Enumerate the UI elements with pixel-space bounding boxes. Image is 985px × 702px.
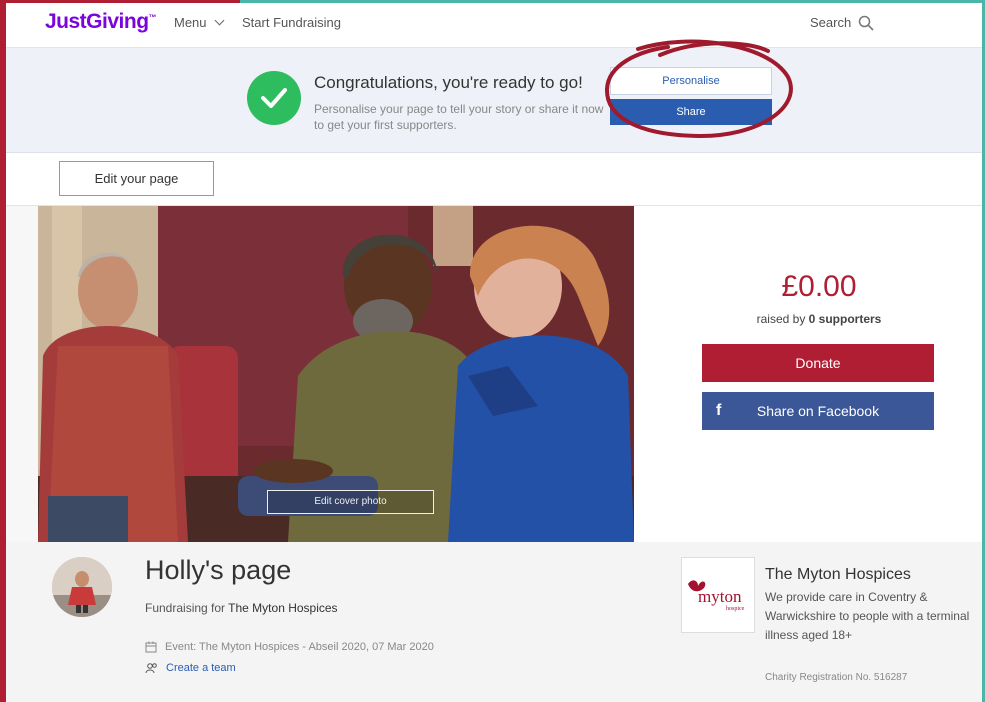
trademark-mark: ™: [148, 13, 157, 22]
myton-logo-image: myton hospice: [688, 580, 745, 612]
fundraising-for-text: Fundraising for The Myton Hospices: [145, 601, 338, 615]
charity-description: We provide care in Coventry & Warwickshi…: [765, 590, 970, 642]
raised-by-prefix: raised by: [756, 312, 806, 326]
team-icon: [145, 663, 157, 674]
search-icon[interactable]: [858, 15, 874, 31]
facebook-button-label: Share on Facebook: [756, 403, 880, 419]
event-text: Event: The Myton Hospices - Abseil 2020,…: [165, 641, 434, 653]
congratulations-banner: Congratulations, you're ready to go! Per…: [6, 48, 982, 153]
page: JustGiving™ Menu Start Fundraising Searc…: [6, 3, 982, 702]
charity-link[interactable]: The Myton Hospices: [228, 601, 337, 615]
banner-subtitle-line1: Personalise your page to tell your story…: [314, 102, 604, 116]
site-header: JustGiving™ Menu Start Fundraising Searc…: [6, 3, 982, 48]
calendar-icon: [145, 641, 157, 653]
cover-photo: Edit cover photo: [38, 206, 634, 542]
facebook-icon: f: [716, 402, 722, 419]
page-info-section: Holly's page Fundraising for The Myton H…: [6, 542, 982, 702]
avatar-image: [52, 557, 112, 617]
start-fundraising-link[interactable]: Start Fundraising: [242, 15, 341, 30]
menu-button[interactable]: Menu: [174, 15, 225, 30]
raised-by-text: raised by 0 supporters: [634, 312, 982, 326]
banner-title: Congratulations, you're ready to go!: [314, 73, 583, 92]
charity-logo-subtext: hospice: [726, 606, 745, 612]
charity-logo[interactable]: myton hospice: [681, 557, 755, 633]
create-team-link[interactable]: Create a team: [145, 662, 236, 674]
share-on-facebook-button[interactable]: Share on Facebook f: [702, 392, 934, 430]
charity-name: The Myton Hospices: [765, 566, 911, 583]
fundraising-for-prefix: Fundraising for: [145, 601, 226, 615]
supporters-count: 0 supporters: [808, 312, 882, 326]
create-team-label: Create a team: [166, 662, 236, 674]
share-button[interactable]: Share: [610, 99, 772, 125]
fundraising-panel: £0.00 raised by 0 supporters Donate Shar…: [634, 206, 982, 542]
avatar[interactable]: [52, 557, 112, 617]
success-check-icon: [247, 71, 301, 125]
page-title: Holly's page: [145, 555, 292, 585]
logo-text: JustGiving: [45, 10, 149, 33]
donate-button[interactable]: Donate: [702, 344, 934, 382]
event-info: Event: The Myton Hospices - Abseil 2020,…: [145, 641, 434, 653]
search-link[interactable]: Search: [810, 15, 851, 30]
menu-label: Menu: [174, 15, 207, 30]
charity-registration: Charity Registration No. 516287: [765, 672, 908, 683]
banner-subtitle-line2: to get your first supporters.: [314, 118, 457, 132]
edit-page-button[interactable]: Edit your page: [59, 161, 214, 196]
personalise-button[interactable]: Personalise: [610, 67, 772, 95]
justgiving-logo[interactable]: JustGiving™: [45, 10, 157, 34]
chevron-down-icon: [214, 15, 225, 26]
amount-raised: £0.00: [781, 270, 857, 303]
edit-cover-photo-button[interactable]: Edit cover photo: [267, 490, 434, 514]
charity-logo-text: myton: [698, 587, 742, 606]
cover-section: Edit cover photo £0.00 raised by 0 suppo…: [6, 206, 982, 542]
edit-page-row: Edit your page: [6, 153, 982, 206]
